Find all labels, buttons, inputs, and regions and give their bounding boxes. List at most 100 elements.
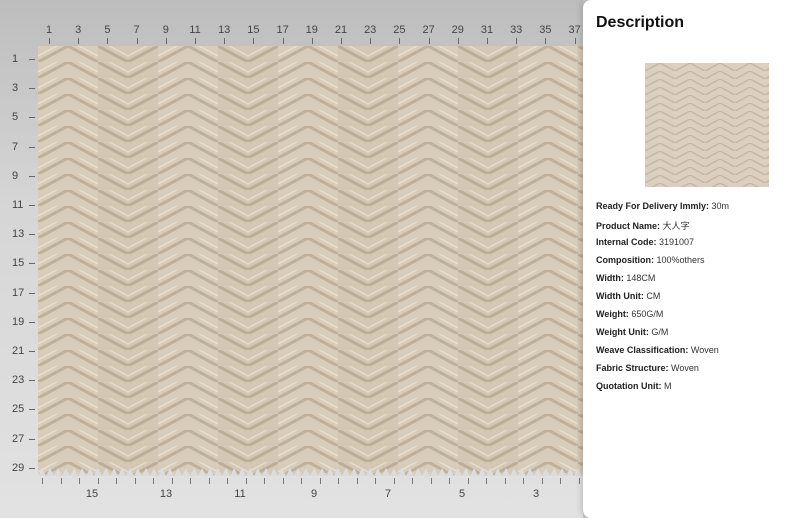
spec-label: Weight Unit: <box>596 327 649 337</box>
ruler-left-label: 15 <box>12 257 25 270</box>
ruler-tick <box>29 59 35 60</box>
ruler-top-label: 31 <box>480 24 494 36</box>
ruler-tick <box>319 478 321 484</box>
spec-row: Fabric Structure: Woven <box>596 363 796 381</box>
top-ruler: 1 3 5 7 9 11 13 15 17 19 21 23 25 27 29 31 33 35 37 <box>38 22 583 44</box>
ruler-top-label: 7 <box>133 24 140 36</box>
ruler-bottom-label: 5 <box>458 488 466 500</box>
ruler-tick <box>29 88 35 90</box>
ruler-tick <box>29 234 35 236</box>
ruler-top-label: 3 <box>75 24 82 36</box>
ruler-tick <box>282 478 284 484</box>
spec-row: Internal Code: 3191007 <box>596 237 796 255</box>
spec-row: Weight Unit: G/M <box>596 327 796 345</box>
spec-row: Product Name: 大人字 <box>596 219 796 237</box>
ruler-top-label: 37 <box>568 24 581 36</box>
ruler-top-label: 27 <box>422 24 435 36</box>
ruler-left-label: 1 <box>12 53 19 65</box>
ruler-tick <box>49 38 50 44</box>
fabric-viewer[interactable]: 1 3 5 7 9 11 13 15 17 19 21 23 25 27 29 31 33 35 37 135791… <box>0 0 583 518</box>
ruler-tick <box>29 117 35 119</box>
ruler-left-label: 27 <box>12 432 25 445</box>
ruler-tick <box>375 478 376 484</box>
ruler-tick <box>29 205 35 206</box>
ruler-tick <box>574 38 576 44</box>
spec-label: Fabric Structure: <box>596 363 669 373</box>
ruler-tick <box>393 478 395 484</box>
ruler-tick <box>311 38 313 44</box>
ruler-tick <box>97 478 99 484</box>
spec-label: Composition: <box>596 255 654 265</box>
spec-row: Weave Classification: Woven <box>596 345 796 363</box>
ruler-tick <box>245 478 247 484</box>
ruler-tick <box>79 478 80 484</box>
ruler-left-label: 11 <box>12 199 24 211</box>
ruler-tick <box>253 38 255 44</box>
ruler-top-label: 21 <box>334 24 348 36</box>
panel-title: Description <box>596 14 685 31</box>
ruler-tick <box>356 478 358 484</box>
ruler-tick <box>29 146 35 148</box>
ruler-tick <box>516 38 518 44</box>
ruler-tick <box>29 438 35 440</box>
ruler-tick <box>449 478 450 484</box>
ruler-tick <box>264 478 265 484</box>
ruler-tick <box>136 38 138 44</box>
ruler-tick <box>29 409 35 411</box>
ruler-tick <box>545 38 547 44</box>
spec-label: Internal Code: <box>596 237 657 247</box>
ruler-tick <box>338 478 339 484</box>
spec-row: Ready For Delivery Immly: 30m <box>596 201 796 219</box>
ruler-tick <box>190 478 191 484</box>
ruler-tick <box>541 478 543 484</box>
spec-label: Width: <box>596 273 624 283</box>
ruler-tick <box>107 38 109 44</box>
ruler-tick <box>560 478 561 484</box>
ruler-bottom-label: 7 <box>384 488 392 500</box>
ruler-tick <box>341 38 342 44</box>
fabric-thumbnail[interactable] <box>645 63 769 187</box>
ruler-tick <box>224 38 226 44</box>
ruler-left-label: 5 <box>12 111 19 124</box>
description-panel: Description Ready For Delivery Immly: 30… <box>583 0 800 518</box>
spec-row: Composition: 100%others <box>596 255 796 273</box>
spec-label: Weave Classification: <box>596 345 689 355</box>
ruler-left-label: 21 <box>12 345 25 357</box>
ruler-top-label: 15 <box>247 24 260 36</box>
ruler-tick <box>29 321 35 323</box>
ruler-tick <box>29 380 35 382</box>
ruler-top-label: 9 <box>162 24 169 36</box>
ruler-top-label: 5 <box>104 24 111 36</box>
ruler-tick <box>467 478 469 484</box>
herringbone-stripe <box>98 46 158 476</box>
ruler-tick <box>60 478 62 484</box>
ruler-tick <box>195 38 196 44</box>
spec-label: Weight: <box>596 309 629 319</box>
spec-row: Width Unit: CM <box>596 291 796 309</box>
spec-row: Quotation Unit: M <box>596 381 796 399</box>
ruler-tick <box>370 38 372 44</box>
spec-value: 30m <box>709 201 730 211</box>
ruler-tick <box>457 38 459 44</box>
ruler-tick <box>29 351 35 352</box>
ruler-tick <box>428 38 430 44</box>
ruler-tick <box>153 478 154 484</box>
ruler-bottom-label: 9 <box>310 488 318 500</box>
ruler-tick <box>487 38 488 44</box>
spec-value: 100%others <box>654 255 705 265</box>
spec-value: CM <box>643 291 661 301</box>
fabric-swatch-image[interactable] <box>38 46 583 476</box>
bottom-ruler: 15 13 11 9 7 5 3 <box>38 476 583 516</box>
ruler-left-label: 9 <box>12 169 19 182</box>
spec-label: Width Unit: <box>596 291 644 301</box>
ruler-left-label: 7 <box>12 140 19 153</box>
spec-label: Ready For Delivery Immly: <box>596 201 710 211</box>
ruler-top-label: 11 <box>189 24 201 36</box>
ruler-tick <box>171 478 173 484</box>
spec-value: 3191007 <box>656 237 695 247</box>
spec-value: Woven <box>668 363 699 373</box>
ruler-top-label: 13 <box>218 24 231 36</box>
spec-value: Woven <box>688 345 719 355</box>
ruler-tick <box>578 478 580 484</box>
ruler-tick <box>430 478 432 484</box>
